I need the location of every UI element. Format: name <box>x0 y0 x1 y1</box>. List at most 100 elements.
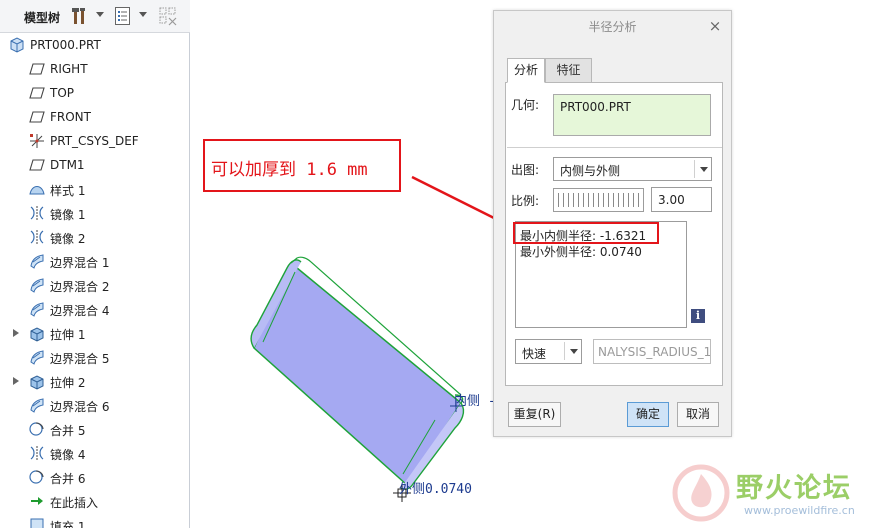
tree-item[interactable]: 边界混合 2 <box>0 273 190 297</box>
tree-item[interactable]: 镜像 1 <box>0 201 190 225</box>
mirror-icon <box>28 444 46 462</box>
insert-here-arrow-icon <box>28 492 46 510</box>
show-list-icon[interactable] <box>113 6 133 26</box>
result-min-outer-radius: 最小外侧半径: 0.0740 <box>520 245 642 259</box>
tree-item-label: 边界混合 4 <box>50 304 110 318</box>
tree-item[interactable]: 边界混合 4 <box>0 297 190 321</box>
model-tree-toolbar: 模型树 <box>0 0 190 33</box>
expand-arrow-icon[interactable] <box>13 329 19 337</box>
tab-analysis[interactable]: 分析 <box>507 58 545 83</box>
repeat-button[interactable]: 重复(R) <box>508 402 561 427</box>
tree-item[interactable]: 边界混合 1 <box>0 249 190 273</box>
settings-dropdown-caret-icon[interactable] <box>96 12 104 17</box>
scale-label: 比例: <box>511 194 540 208</box>
tree-item-label: 边界混合 5 <box>50 352 110 366</box>
dialog-title: 半径分析 <box>588 20 637 34</box>
scale-input[interactable]: 3.00 <box>651 187 712 212</box>
tree-item[interactable]: 填充 1 <box>0 513 190 528</box>
watermark-url: www.proewildfire.cn <box>744 504 855 517</box>
tree-item[interactable]: PRT000.PRT <box>0 33 190 57</box>
tree-item-label: 镜像 2 <box>50 232 86 246</box>
datum-plane-icon <box>28 60 46 78</box>
tree-item-label: PRT_CSYS_DEF <box>50 134 139 148</box>
expand-arrow-icon[interactable] <box>13 377 19 385</box>
datum-plane-icon <box>28 108 46 126</box>
boundary-blend-icon <box>28 300 46 318</box>
tree-item-label: 边界混合 2 <box>50 280 110 294</box>
tree-item[interactable]: 边界混合 5 <box>0 345 190 369</box>
tree-item-label: PRT000.PRT <box>30 38 101 52</box>
flame-logo-icon <box>672 464 730 522</box>
tree-item-label: TOP <box>50 86 75 100</box>
radius-analysis-dialog: 半径分析 × 分析 特征 几何: PRT000.PRT 出图: 内侧与外侧 比例… <box>493 10 732 437</box>
show-dropdown-caret-icon[interactable] <box>139 12 147 17</box>
close-icon[interactable]: × <box>708 19 722 34</box>
boundary-blend-icon <box>28 396 46 414</box>
csys-icon <box>28 132 46 150</box>
analysis-name-input[interactable]: NALYSIS_RADIUS_1 <box>593 339 711 364</box>
output-select[interactable]: 内侧与外侧 <box>553 157 712 181</box>
geometry-collector[interactable]: PRT000.PRT <box>553 94 711 136</box>
tree-item[interactable]: 镜像 4 <box>0 441 190 465</box>
tree-item[interactable]: TOP <box>0 81 190 105</box>
datum-plane-icon <box>28 84 46 102</box>
merge-icon <box>28 420 46 438</box>
tree-item-label: 样式 1 <box>50 184 86 198</box>
mirror-icon <box>28 204 46 222</box>
quick-selected-value: 快速 <box>522 347 547 361</box>
tab-feature[interactable]: 特征 <box>545 58 592 83</box>
info-icon[interactable]: i <box>691 309 705 323</box>
tree-item[interactable]: DTM1 <box>0 153 190 177</box>
tree-item-label: RIGHT <box>50 62 88 76</box>
fill-icon <box>28 516 46 528</box>
mirror-icon <box>28 228 46 246</box>
tree-item[interactable]: 合并 5 <box>0 417 190 441</box>
tree-item[interactable]: 合并 6 <box>0 465 190 489</box>
scale-slider[interactable] <box>553 188 644 212</box>
boundary-blend-icon <box>28 348 46 366</box>
select-divider <box>694 160 695 178</box>
scale-value: 3.00 <box>658 193 685 207</box>
analysis-tab-panel: 几何: PRT000.PRT 出图: 内侧与外侧 比例: 3.00 最小内侧半径… <box>505 82 723 386</box>
tree-item[interactable]: FRONT <box>0 105 190 129</box>
tree-item[interactable]: 拉伸 1 <box>0 321 190 345</box>
analysis-name-value: NALYSIS_RADIUS_1 <box>598 345 711 359</box>
merge-icon <box>28 468 46 486</box>
tree-item[interactable]: 拉伸 2 <box>0 369 190 393</box>
tree-item-label: 合并 6 <box>50 472 86 486</box>
chevron-down-icon[interactable] <box>570 349 578 354</box>
tree-item-label: DTM1 <box>50 158 85 172</box>
tree-item[interactable]: PRT_CSYS_DEF <box>0 129 190 153</box>
annotation-callout: 可以加厚到 1.6 mm <box>203 139 401 192</box>
select-divider <box>564 342 565 360</box>
tree-item[interactable]: 在此插入 <box>0 489 190 513</box>
tree-item[interactable]: 镜像 2 <box>0 225 190 249</box>
geometry-value: PRT000.PRT <box>560 100 631 114</box>
output-label: 出图: <box>511 163 540 177</box>
annotation-text: 可以加厚到 1.6 mm <box>211 160 368 180</box>
tree-item[interactable]: 边界混合 6 <box>0 393 190 417</box>
quick-select[interactable]: 快速 <box>515 339 582 364</box>
slider-ticks <box>558 193 639 207</box>
extrude-icon <box>28 324 46 342</box>
watermark-title: 野火论坛 <box>736 473 852 504</box>
model-tree-panel: 模型树 PRT000.PRT RIGHT TOP FRONT PRT_CSYS_DEF D… <box>0 0 190 528</box>
tree-item-label: 填充 1 <box>50 520 86 528</box>
hammer-settings-icon[interactable] <box>70 6 90 26</box>
tree-item-label: 边界混合 1 <box>50 256 110 270</box>
tree-filter-icon[interactable] <box>158 6 178 26</box>
extrude-icon <box>28 372 46 390</box>
tree-item-label: 镜像 1 <box>50 208 86 222</box>
tree-item-label: 在此插入 <box>50 496 99 510</box>
tree-item-label: 拉伸 1 <box>50 328 86 342</box>
datum-plane-icon <box>28 156 46 174</box>
chevron-down-icon[interactable] <box>700 167 708 172</box>
ok-button[interactable]: 确定 <box>627 402 669 427</box>
tree-item-label: 边界混合 6 <box>50 400 110 414</box>
tree-item-label: 合并 5 <box>50 424 86 438</box>
tree-item[interactable]: RIGHT <box>0 57 190 81</box>
tree-item[interactable]: 样式 1 <box>0 177 190 201</box>
cancel-button[interactable]: 取消 <box>677 402 719 427</box>
style-surface-icon <box>28 180 46 198</box>
tree-item-label: FRONT <box>50 110 91 124</box>
